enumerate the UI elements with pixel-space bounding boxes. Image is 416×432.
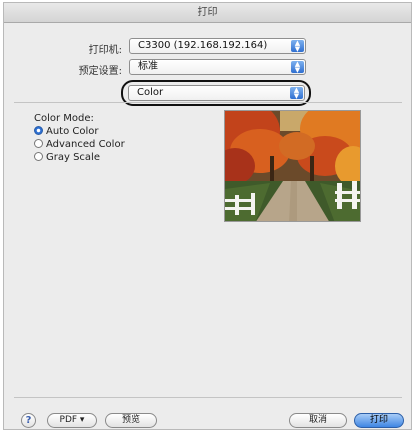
cancel-button[interactable]: 取消 — [289, 413, 347, 428]
print-button[interactable]: 打印 — [354, 413, 404, 428]
printer-select-value: C3300 (192.168.192.164) — [138, 40, 268, 51]
print-dialog: 打印 打印机: C3300 (192.168.192.164) ▲ ▼ 预定设置:… — [3, 2, 412, 430]
popup-arrows-icon: ▲ ▼ — [290, 87, 303, 100]
presets-label: 预定设置: — [78, 66, 122, 77]
divider — [14, 102, 402, 103]
radio-unselected-icon — [34, 152, 43, 161]
preview-button[interactable]: 预览 — [105, 413, 157, 428]
radio-label: Auto Color — [46, 126, 99, 137]
printer-label: 打印机: — [88, 45, 122, 56]
panel-select[interactable]: Color ▲ ▼ — [128, 85, 305, 101]
autumn-road-photo-icon — [225, 111, 360, 221]
presets-select-value: 标准 — [138, 61, 158, 72]
radio-advanced-color[interactable]: Advanced Color — [34, 139, 125, 151]
popup-arrows-icon: ▲ ▼ — [291, 61, 304, 74]
popup-arrows-icon: ▲ ▼ — [291, 40, 304, 53]
color-mode-title: Color Mode: — [34, 113, 94, 124]
radio-label: Advanced Color — [46, 139, 125, 150]
pdf-button[interactable]: PDF ▾ — [47, 413, 97, 428]
printer-select[interactable]: C3300 (192.168.192.164) ▲ ▼ — [129, 38, 306, 54]
radio-selected-icon — [34, 126, 43, 135]
window-title: 打印 — [4, 3, 411, 23]
radio-gray-scale[interactable]: Gray Scale — [34, 152, 100, 164]
presets-select[interactable]: 标准 ▲ ▼ — [129, 59, 306, 75]
radio-auto-color[interactable]: Auto Color — [34, 126, 99, 138]
radio-unselected-icon — [34, 139, 43, 148]
footer-divider — [14, 397, 402, 398]
panel-select-value: Color — [137, 87, 164, 98]
preview-image — [224, 110, 361, 222]
radio-label: Gray Scale — [46, 152, 100, 163]
help-button[interactable]: ? — [21, 413, 36, 428]
